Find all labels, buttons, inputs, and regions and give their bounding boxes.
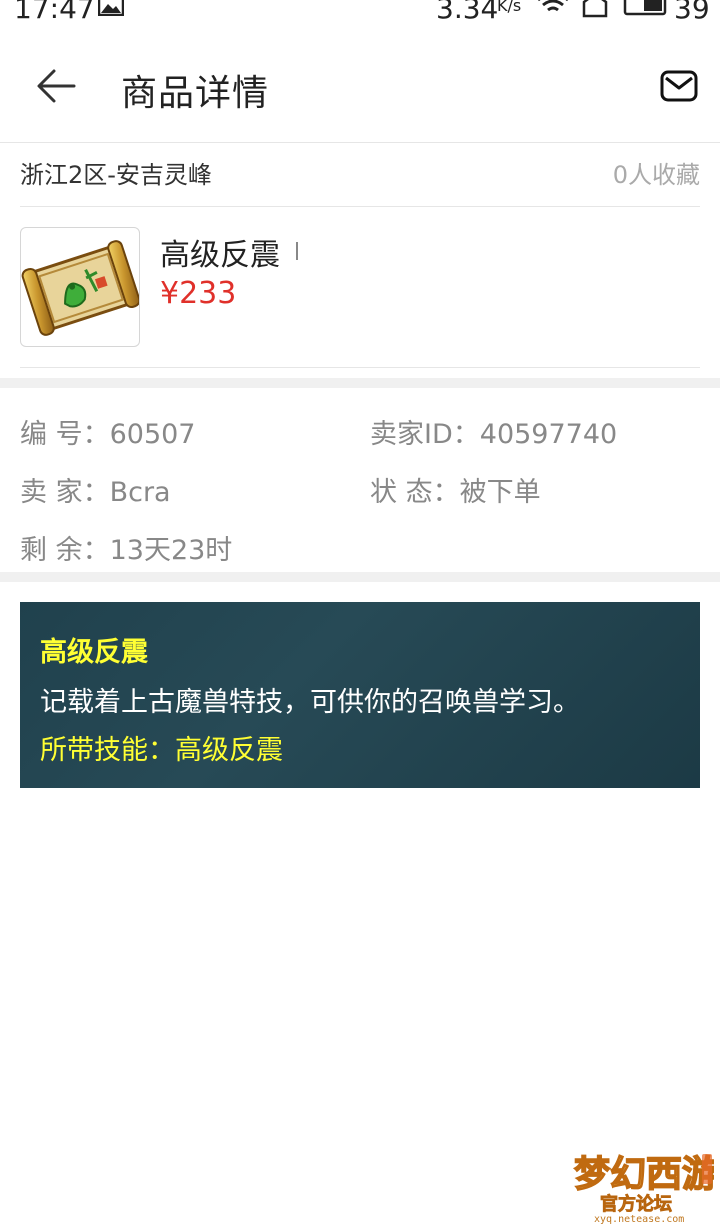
status-bar: 17:47 3.34 K/s 39 (0, 0, 720, 26)
description-title: 高级反震 (40, 637, 148, 668)
item-summary: 高级反震 ¥233 (20, 208, 700, 368)
item-name: 高级反震 (160, 238, 280, 273)
forum-watermark-logo: 梦幻西游 官方论坛 xyq.netease.com (573, 1153, 714, 1224)
svg-text:梦幻西游: 梦幻西游 (574, 1154, 714, 1195)
info-seller: 卖 家：Bcra (20, 470, 171, 509)
text-cursor (296, 242, 298, 260)
page-title: 商品详情 (121, 73, 270, 114)
network-speed-unit: K/s (497, 0, 522, 15)
info-remaining-label: 剩 余： (20, 535, 110, 566)
section-gap (0, 378, 720, 388)
item-price: ¥233 (160, 276, 237, 311)
network-speed: 3.34 (436, 0, 499, 25)
info-seller-id: 卖家ID：40597740 (370, 412, 617, 451)
item-description: 高级反震 记载着上古魔兽特技，可供你的召唤兽学习。 所带技能：高级反震 (20, 602, 700, 788)
battery-level: 39 (674, 0, 710, 25)
status-time: 17:47 (14, 0, 95, 25)
back-arrow-icon[interactable] (34, 66, 76, 106)
info-status: 状 态：被下单 (370, 470, 541, 509)
info-status-value: 被下单 (459, 477, 541, 508)
description-text: 记载着上古魔兽特技，可供你的召唤兽学习。 (40, 687, 580, 718)
battery-icon (623, 0, 667, 16)
server-name: 浙江2区-安吉灵峰 (20, 161, 212, 189)
info-seller-id-label: 卖家ID： (370, 419, 480, 450)
info-status-label: 状 态： (370, 477, 460, 508)
image-icon (98, 0, 124, 16)
info-id: 编 号：60507 (20, 412, 196, 451)
info-remaining: 剩 余：13天23时 (20, 528, 232, 567)
mail-icon[interactable] (660, 70, 698, 102)
info-seller-label: 卖 家： (20, 477, 110, 508)
home-icon (582, 0, 608, 18)
server-row: 浙江2区-安吉灵峰 0人收藏 (20, 143, 700, 207)
info-id-value: 60507 (109, 419, 196, 450)
info-remaining-value: 13天23时 (109, 535, 233, 566)
scroll-item-icon (21, 240, 139, 336)
favorite-count[interactable]: 0人收藏 (613, 155, 700, 190)
info-seller-id-value: 40597740 (479, 419, 618, 450)
app-header: 商品详情 (0, 40, 720, 140)
item-info: 编 号：60507 卖家ID：40597740 卖 家：Bcra 状 态：被下单… (20, 396, 700, 572)
section-gap-2 (0, 572, 720, 582)
info-seller-value: Bcra (109, 477, 171, 508)
svg-text:官方论坛: 官方论坛 (600, 1193, 672, 1215)
wifi-icon (538, 0, 568, 12)
description-skill: 所带技能：高级反震 (40, 735, 283, 766)
item-thumbnail (20, 227, 140, 347)
svg-text:xyq.netease.com: xyq.netease.com (594, 1214, 684, 1224)
info-id-label: 编 号： (20, 419, 110, 450)
